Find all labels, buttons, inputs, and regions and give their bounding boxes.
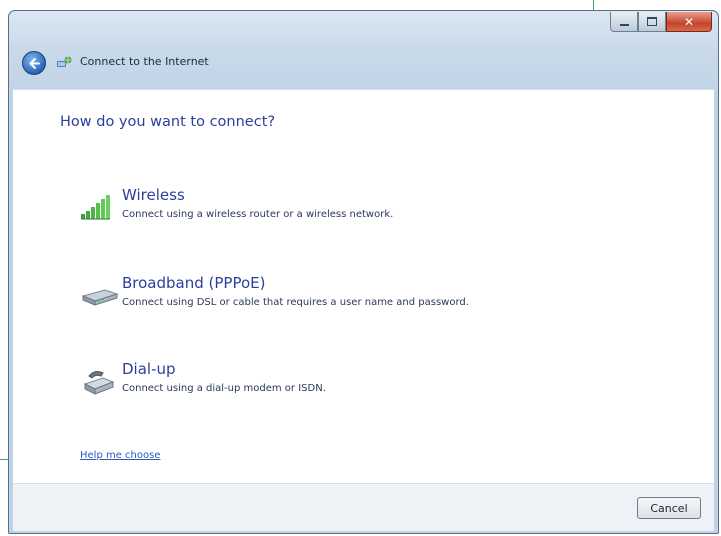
network-globe-icon [57,56,72,67]
dialog-footer: Cancel [13,483,714,531]
minimize-button[interactable] [610,12,638,32]
window-title: Connect to the Internet [80,55,209,68]
back-arrow-icon [29,57,40,69]
help-me-choose-link[interactable]: Help me choose [80,450,160,461]
option-wireless-title: Wireless [122,186,185,204]
page-heading: How do you want to connect? [60,114,276,130]
cancel-button[interactable]: Cancel [637,497,701,519]
option-broadband-description: Connect using DSL or cable that requires… [122,297,469,308]
caption-buttons: ✕ [610,12,712,32]
connect-dialog-window: ✕ Connect to the Internet How do you wan… [8,10,719,534]
option-dialup-description: Connect using a dial-up modem or ISDN. [122,383,326,394]
broadband-modem-icon [81,289,119,306]
option-dialup-title: Dial-up [122,360,176,378]
close-icon: ✕ [683,14,695,29]
option-wireless[interactable]: Wireless Connect using a wireless router… [77,186,597,232]
option-wireless-description: Connect using a wireless router or a wir… [122,209,394,220]
close-button[interactable]: ✕ [666,12,712,32]
option-dialup[interactable]: Dial-up Connect using a dial-up modem or… [77,360,597,406]
option-broadband-title: Broadband (PPPoE) [122,274,266,292]
minimize-icon [619,23,629,26]
wireless-signal-icon [81,195,110,220]
content-area: How do you want to connect? Wireless Con… [13,89,714,484]
title-bar: ✕ Connect to the Internet [9,11,718,89]
dialup-phone-icon [83,371,115,395]
maximize-icon [647,17,657,26]
option-broadband[interactable]: Broadband (PPPoE) Connect using DSL or c… [77,274,597,320]
maximize-button[interactable] [638,12,666,32]
back-button[interactable] [22,51,46,75]
